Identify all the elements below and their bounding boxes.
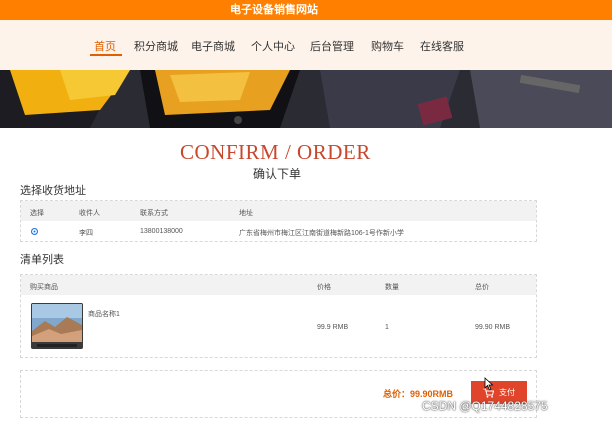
product-name[interactable]: 商品名称1 bbox=[88, 309, 120, 319]
nav-item-personal-center[interactable]: 个人中心 bbox=[251, 38, 295, 54]
site-title: 电子设备销售网站 bbox=[230, 4, 318, 16]
nav-item-online-service[interactable]: 在线客服 bbox=[420, 38, 464, 54]
product-image[interactable] bbox=[31, 303, 83, 349]
nav-item-home[interactable]: 首页 bbox=[94, 38, 116, 54]
product-total: 99.90 RMB bbox=[475, 324, 511, 331]
column-header: 购买商品 bbox=[30, 284, 58, 291]
recipient-name: 李四 bbox=[79, 230, 93, 237]
recipient-phone: 13800138000 bbox=[140, 228, 183, 235]
order-table-header: 购买商品 价格 数量 总价 bbox=[21, 275, 536, 295]
nav-item-cart[interactable]: 购物车 bbox=[371, 38, 404, 54]
order-table: 购买商品 价格 数量 总价 商品名称1 99.9 RMB 1 99.90 RMB bbox=[20, 274, 537, 358]
address-section-title: 选择收货地址 bbox=[20, 185, 86, 197]
column-header: 联系方式 bbox=[140, 210, 168, 217]
nav-item-points-mall[interactable]: 积分商城 bbox=[134, 38, 178, 54]
nav-item-electronics-mall[interactable]: 电子商城 bbox=[191, 38, 235, 54]
column-header: 价格 bbox=[317, 284, 331, 291]
top-header-bar: 电子设备销售网站 bbox=[0, 0, 612, 20]
pay-button-label: 支付 bbox=[499, 388, 515, 397]
product-price: 99.9 RMB bbox=[317, 324, 349, 331]
column-header: 地址 bbox=[239, 210, 253, 217]
nav-active-underline bbox=[90, 54, 122, 56]
order-section-title: 清单列表 bbox=[20, 254, 64, 266]
page-title: CONFIRM / ORDER bbox=[180, 140, 371, 164]
address-radio-selected[interactable] bbox=[31, 228, 38, 235]
address-table: 选择 收件人 联系方式 地址 李四 13800138000 广东省梅州市梅江区江… bbox=[20, 200, 537, 242]
watermark-text: CSDN @Q1744828575 bbox=[422, 399, 548, 413]
recipient-address: 广东省梅州市梅江区江南街道梅新路106-1号作新小学 bbox=[239, 230, 404, 237]
product-quantity: 1 bbox=[385, 324, 389, 331]
column-header: 选择 bbox=[30, 210, 44, 217]
column-header: 总价 bbox=[475, 284, 489, 291]
column-header: 收件人 bbox=[79, 210, 100, 217]
nav-item-admin[interactable]: 后台管理 bbox=[310, 38, 354, 54]
mouse-cursor bbox=[484, 377, 494, 396]
page-subtitle: 确认下单 bbox=[253, 167, 302, 181]
column-header: 数量 bbox=[385, 284, 399, 291]
main-nav: 首页 积分商城 电子商城 个人中心 后台管理 购物车 在线客服 bbox=[0, 20, 612, 70]
address-table-header: 选择 收件人 联系方式 地址 bbox=[21, 201, 536, 221]
banner-image bbox=[0, 70, 612, 128]
